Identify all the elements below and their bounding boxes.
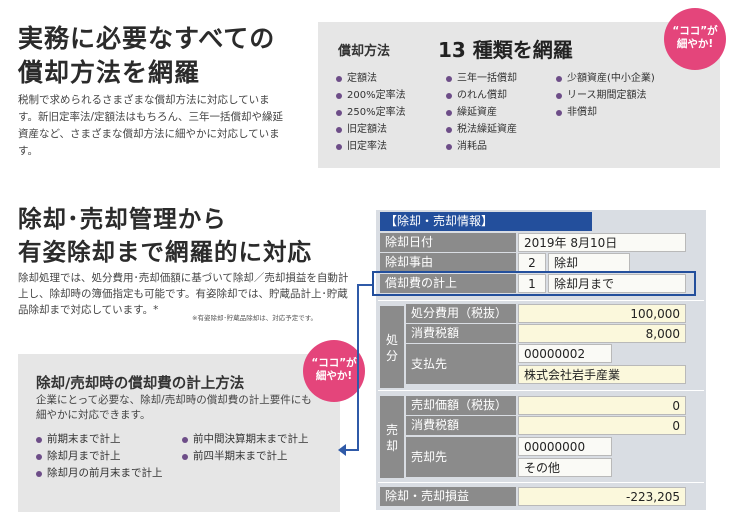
section2-title: 除却･売却管理から 有姿除却まで網羅的に対応 — [18, 203, 312, 269]
reason-name-field: 除却 — [548, 253, 630, 272]
divider — [378, 300, 704, 301]
divider — [378, 390, 704, 391]
methods-box-label: 償却方法 — [338, 44, 391, 59]
method-item: リース期間定額法 — [556, 87, 655, 104]
buyer-code-field[interactable]: 00000000 — [518, 437, 612, 456]
method-item: 250%定率法 — [336, 104, 406, 121]
sale-price-field[interactable]: 0 — [518, 396, 686, 415]
sale-side-label: 売却 — [380, 396, 404, 478]
buyer-label: 売却先 — [406, 437, 516, 477]
section1-description: 税制で求められるさまざまな償却方法に対応しています。新旧定率法/定額法はもちろん… — [18, 94, 283, 157]
sale-side-text: 売却 — [385, 423, 398, 453]
reason-code-field[interactable]: 2 — [518, 253, 546, 272]
method-item: 少額資産(中小企業) — [556, 70, 655, 87]
methods-list-col1: 定額法 200%定率法 250%定率法 旧定額法 旧定率法 — [336, 70, 406, 155]
sale-tax-label: 消費税額 — [406, 416, 516, 435]
options-box-description: 企業にとって必要な、除却/売却時の償却費の計上要件にも細やかに対応できます。 — [36, 394, 312, 421]
form-header: 【除却・売却情報】 — [380, 212, 592, 231]
methods-box-headline: 13 種類を網羅 — [438, 38, 573, 62]
section2-description: 除却処理では、処分費用･売却価額に基づいて除却／売却損益を自動計上し、除却時の簿… — [18, 272, 349, 316]
connector-line — [357, 284, 359, 451]
disposal-side-text: 処分 — [385, 333, 398, 363]
disposal-cost-label: 処分費用（税抜） — [406, 304, 516, 323]
section2-title-line1: 除却･売却管理から — [18, 205, 227, 233]
disposal-side-label: 処分 — [380, 306, 404, 388]
profit-loss-label: 除却・売却損益 — [380, 487, 516, 506]
option-item: 前四半期末まで計上 — [182, 448, 309, 465]
method-item: 繰延資産 — [446, 104, 517, 121]
methods-list-col3: 少額資産(中小企業) リース期間定額法 非償却 — [556, 70, 655, 121]
reason-label: 除却事由 — [380, 253, 516, 272]
highlight-badge: “ココ”が 細やか! — [303, 340, 365, 402]
payee-label: 支払先 — [406, 344, 516, 384]
method-item: 三年一括償却 — [446, 70, 517, 87]
method-item: のれん償却 — [446, 87, 517, 104]
date-label: 除却日付 — [380, 233, 516, 252]
arrow-left-icon — [338, 444, 346, 456]
options-list-col2: 前中間決算期末まで計上 前四半期末まで計上 — [182, 431, 309, 465]
option-item: 前中間決算期末まで計上 — [182, 431, 309, 448]
badge-line1: “ココ”が — [672, 25, 718, 37]
highlight-badge: “ココ”が 細やか! — [664, 8, 726, 70]
date-field[interactable]: 2019年 8月10日 — [518, 233, 686, 252]
section1-title-line2: 償却方法を網羅 — [18, 58, 201, 87]
method-item: 旧定率法 — [336, 138, 406, 155]
badge-line1: “ココ”が — [311, 357, 357, 369]
method-item: 消耗品 — [446, 138, 517, 155]
highlight-frame — [372, 271, 696, 296]
method-item: 非償却 — [556, 104, 655, 121]
divider — [378, 482, 704, 483]
section1-title-line1: 実務に必要なすべての — [18, 24, 276, 53]
profit-loss-field: -223,205 — [518, 487, 686, 506]
method-item: 税法繰延資産 — [446, 121, 517, 138]
method-item: 定額法 — [336, 70, 406, 87]
sale-price-label: 売却価額（税抜） — [406, 396, 516, 415]
badge-line2: 細やか! — [315, 370, 353, 382]
disposal-tax-field[interactable]: 8,000 — [518, 324, 686, 343]
buyer-name-field: その他 — [518, 458, 612, 477]
section2-title-line2: 有姿除却まで網羅的に対応 — [18, 238, 312, 266]
methods-list-col2: 三年一括償却 のれん償却 繰延資産 税法繰延資産 消耗品 — [446, 70, 517, 155]
connector-line — [357, 284, 373, 286]
section1-title: 実務に必要なすべての 償却方法を網羅 — [18, 22, 275, 90]
payee-code-field[interactable]: 00000002 — [518, 344, 612, 363]
option-item: 除却月の前月末まで計上 — [36, 465, 163, 482]
option-item: 除却月まで計上 — [36, 448, 163, 465]
method-item: 200%定率法 — [336, 87, 406, 104]
section2-note: ※有姿除却･貯蔵品除却は、対応予定です。 — [192, 314, 318, 322]
method-item: 旧定額法 — [336, 121, 406, 138]
disposal-cost-field[interactable]: 100,000 — [518, 304, 686, 323]
disposal-tax-label: 消費税額 — [406, 324, 516, 343]
connector-line — [344, 449, 358, 451]
badge-line2: 細やか! — [676, 38, 714, 50]
option-item: 前期末まで計上 — [36, 431, 163, 448]
sale-tax-field[interactable]: 0 — [518, 416, 686, 435]
options-list-col1: 前期末まで計上 除却月まで計上 除却月の前月末まで計上 — [36, 431, 163, 482]
payee-name-field: 株式会社岩手産業 — [518, 365, 686, 384]
options-box-title: 除却/売却時の償却費の計上方法 — [36, 376, 245, 392]
